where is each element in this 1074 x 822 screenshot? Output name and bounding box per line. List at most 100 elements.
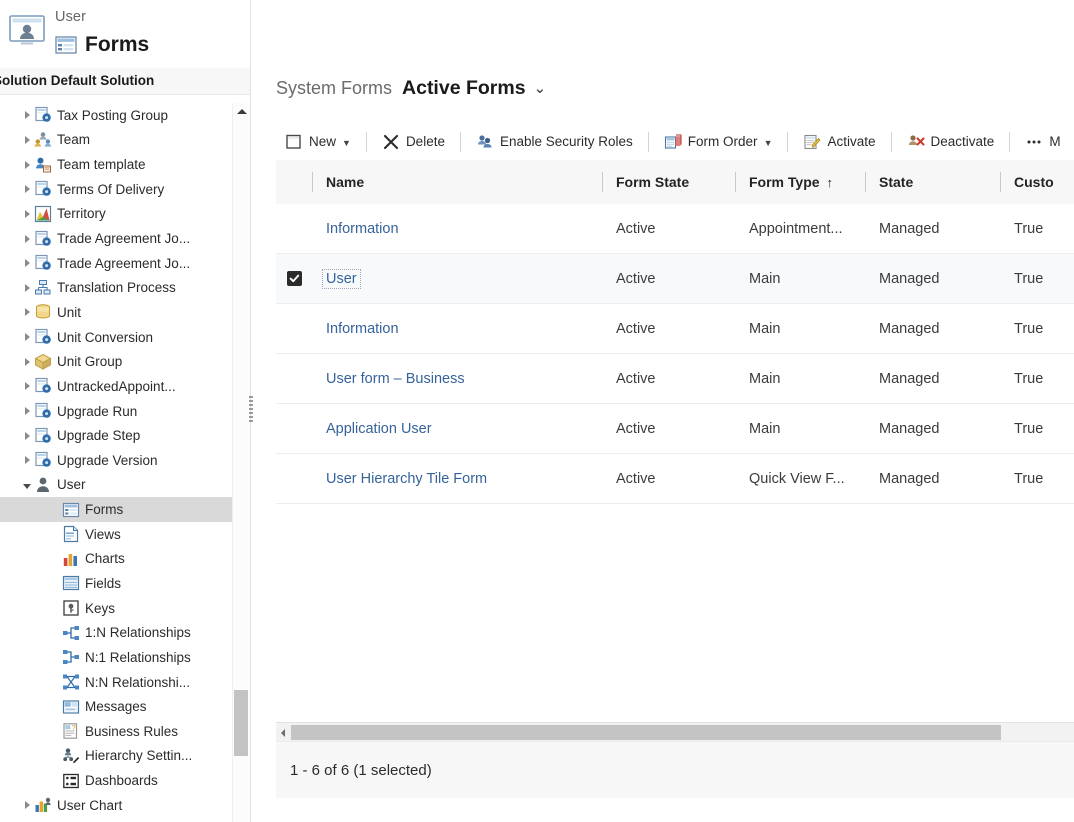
tree-item-messages[interactable]: Messages bbox=[0, 694, 232, 719]
select-all-column-header[interactable] bbox=[276, 160, 312, 204]
row-checkbox[interactable] bbox=[276, 404, 312, 454]
cell-name[interactable]: Application User bbox=[312, 404, 602, 454]
expand-arrow-icon[interactable] bbox=[20, 227, 34, 251]
form-name-link[interactable]: Information bbox=[326, 321, 399, 337]
expand-arrow-icon[interactable] bbox=[20, 793, 34, 817]
tree-item-user-chart[interactable]: User Chart bbox=[0, 793, 232, 818]
tree-item-fields[interactable]: Fields bbox=[0, 571, 232, 596]
tree-item-n-n-relationshi[interactable]: N:N Relationshi... bbox=[0, 670, 232, 695]
chevron-down-icon[interactable]: ⌄ bbox=[534, 79, 547, 97]
expand-arrow-icon[interactable] bbox=[20, 128, 34, 152]
tree-item-charts[interactable]: Charts bbox=[0, 547, 232, 572]
column-divider[interactable] bbox=[735, 172, 736, 192]
expand-arrow-icon[interactable] bbox=[20, 276, 34, 300]
tree-item-views[interactable]: Views bbox=[0, 522, 232, 547]
cell-name[interactable]: User bbox=[312, 254, 602, 304]
form-name-link[interactable]: User bbox=[322, 269, 361, 289]
expand-arrow-icon[interactable] bbox=[20, 153, 34, 177]
column-header-state[interactable]: State bbox=[865, 160, 1000, 204]
command-form-order[interactable]: Form Order▼ bbox=[655, 124, 782, 160]
form-name-link[interactable]: User Hierarchy Tile Form bbox=[326, 471, 487, 487]
command-new[interactable]: New▼ bbox=[276, 124, 360, 160]
cell-name[interactable]: Information bbox=[312, 204, 602, 254]
forms-grid[interactable]: InformationActiveAppointment...ManagedTr… bbox=[276, 204, 1074, 721]
tree-item-forms[interactable]: Forms bbox=[0, 497, 232, 522]
tree-item-upgrade-run[interactable]: Upgrade Run bbox=[0, 399, 232, 424]
tree-item-trade-agreement-jo[interactable]: Trade Agreement Jo... bbox=[0, 251, 232, 276]
expand-arrow-icon[interactable] bbox=[20, 202, 34, 226]
expand-arrow-icon[interactable] bbox=[20, 399, 34, 423]
tree-item-keys[interactable]: Keys bbox=[0, 596, 232, 621]
table-row[interactable]: InformationActiveAppointment...ManagedTr… bbox=[276, 204, 1074, 254]
form-name-link[interactable]: Application User bbox=[326, 421, 432, 437]
expand-arrow-icon[interactable] bbox=[20, 350, 34, 374]
grid-horizontal-scrollbar[interactable] bbox=[276, 722, 1074, 742]
expand-arrow-icon[interactable] bbox=[20, 325, 34, 349]
expand-arrow-icon[interactable] bbox=[20, 448, 34, 472]
tree-item-n-1-relationships[interactable]: N:1 Relationships bbox=[0, 645, 232, 670]
tree-item-hierarchy-settin[interactable]: Hierarchy Settin... bbox=[0, 744, 232, 769]
form-name-link[interactable]: User form – Business bbox=[326, 371, 465, 387]
command-bar[interactable]: New▼ Delete Enable Security Roles Form Orde… bbox=[276, 123, 1074, 161]
expand-arrow-icon[interactable] bbox=[20, 424, 34, 448]
scroll-left-arrow-icon[interactable] bbox=[276, 723, 290, 742]
tree-item-translation-process[interactable]: Translation Process bbox=[0, 275, 232, 300]
tree-item-team-template[interactable]: Team template bbox=[0, 152, 232, 177]
column-header-form-type[interactable]: Form Type↑ bbox=[735, 160, 865, 204]
command-enable-security-roles[interactable]: Enable Security Roles bbox=[467, 124, 642, 160]
table-row[interactable]: UserActiveMainManagedTrue bbox=[276, 254, 1074, 304]
expand-arrow-icon[interactable] bbox=[20, 177, 34, 201]
row-checkbox[interactable] bbox=[276, 254, 312, 304]
tree-item-terms-of-delivery[interactable]: Terms Of Delivery bbox=[0, 177, 232, 202]
table-row[interactable]: Application UserActiveMainManagedTrue bbox=[276, 404, 1074, 454]
table-row[interactable]: InformationActiveMainManagedTrue bbox=[276, 304, 1074, 354]
column-divider[interactable] bbox=[312, 172, 313, 192]
expand-arrow-icon[interactable] bbox=[20, 103, 34, 127]
tree-item-business-rules[interactable]: ?Business Rules bbox=[0, 719, 232, 744]
column-header-custo[interactable]: Custo bbox=[1000, 160, 1074, 204]
tree-item-territory[interactable]: Territory bbox=[0, 202, 232, 227]
expand-arrow-icon[interactable] bbox=[20, 374, 34, 398]
checkbox-checked-icon[interactable] bbox=[287, 271, 302, 286]
column-divider[interactable] bbox=[865, 172, 866, 192]
column-divider[interactable] bbox=[1000, 172, 1001, 192]
tree-item-team[interactable]: Team bbox=[0, 128, 232, 153]
row-checkbox[interactable] bbox=[276, 304, 312, 354]
tree-item-unit-group[interactable]: Unit Group bbox=[0, 349, 232, 374]
tree-item-upgrade-version[interactable]: Upgrade Version bbox=[0, 448, 232, 473]
command-activate[interactable]: Activate bbox=[794, 124, 884, 160]
row-checkbox[interactable] bbox=[276, 454, 312, 504]
tree-item-unit[interactable]: Unit bbox=[0, 300, 232, 325]
expand-arrow-icon[interactable] bbox=[20, 300, 34, 324]
chevron-down-icon[interactable]: ▼ bbox=[342, 138, 351, 148]
table-row[interactable]: User form – BusinessActiveMainManagedTru… bbox=[276, 354, 1074, 404]
cell-name[interactable]: User Hierarchy Tile Form bbox=[312, 454, 602, 504]
tree-item-trade-agreement-jo[interactable]: Trade Agreement Jo... bbox=[0, 226, 232, 251]
expand-arrow-icon[interactable] bbox=[20, 251, 34, 275]
column-header-form-state[interactable]: Form State bbox=[602, 160, 735, 204]
tree-item-user[interactable]: User bbox=[0, 473, 232, 498]
table-row[interactable]: User Hierarchy Tile FormActiveQuick View… bbox=[276, 454, 1074, 504]
collapse-arrow-icon[interactable] bbox=[20, 473, 34, 497]
row-checkbox[interactable] bbox=[276, 204, 312, 254]
tree-item-1-n-relationships[interactable]: 1:N Relationships bbox=[0, 620, 232, 645]
command-delete[interactable]: Delete bbox=[373, 124, 454, 160]
column-divider[interactable] bbox=[602, 172, 603, 192]
splitter-grip-icon[interactable] bbox=[249, 396, 253, 424]
tree-item-upgrade-step[interactable]: Upgrade Step bbox=[0, 423, 232, 448]
view-selector-label[interactable]: Active Forms bbox=[402, 77, 526, 100]
tree-item-tax-posting-group[interactable]: Tax Posting Group bbox=[0, 103, 232, 128]
form-name-link[interactable]: Information bbox=[326, 221, 399, 237]
tree-item-untrackedappoint[interactable]: UntrackedAppoint... bbox=[0, 374, 232, 399]
entity-tree[interactable]: Tax Posting GroupTeamTeam templateTerms … bbox=[0, 103, 232, 822]
chevron-down-icon[interactable]: ▼ bbox=[764, 138, 773, 148]
horizontal-scrollbar-thumb[interactable] bbox=[291, 725, 1001, 740]
column-header-name[interactable]: Name bbox=[312, 160, 602, 204]
command-m[interactable]: M bbox=[1016, 124, 1069, 160]
cell-name[interactable]: User form – Business bbox=[312, 354, 602, 404]
cell-name[interactable]: Information bbox=[312, 304, 602, 354]
tree-item-dashboards[interactable]: Dashboards bbox=[0, 768, 232, 793]
command-deactivate[interactable]: Deactivate bbox=[898, 124, 1004, 160]
tree-item-unit-conversion[interactable]: Unit Conversion bbox=[0, 325, 232, 350]
tree-scrollbar-thumb[interactable] bbox=[234, 690, 248, 756]
